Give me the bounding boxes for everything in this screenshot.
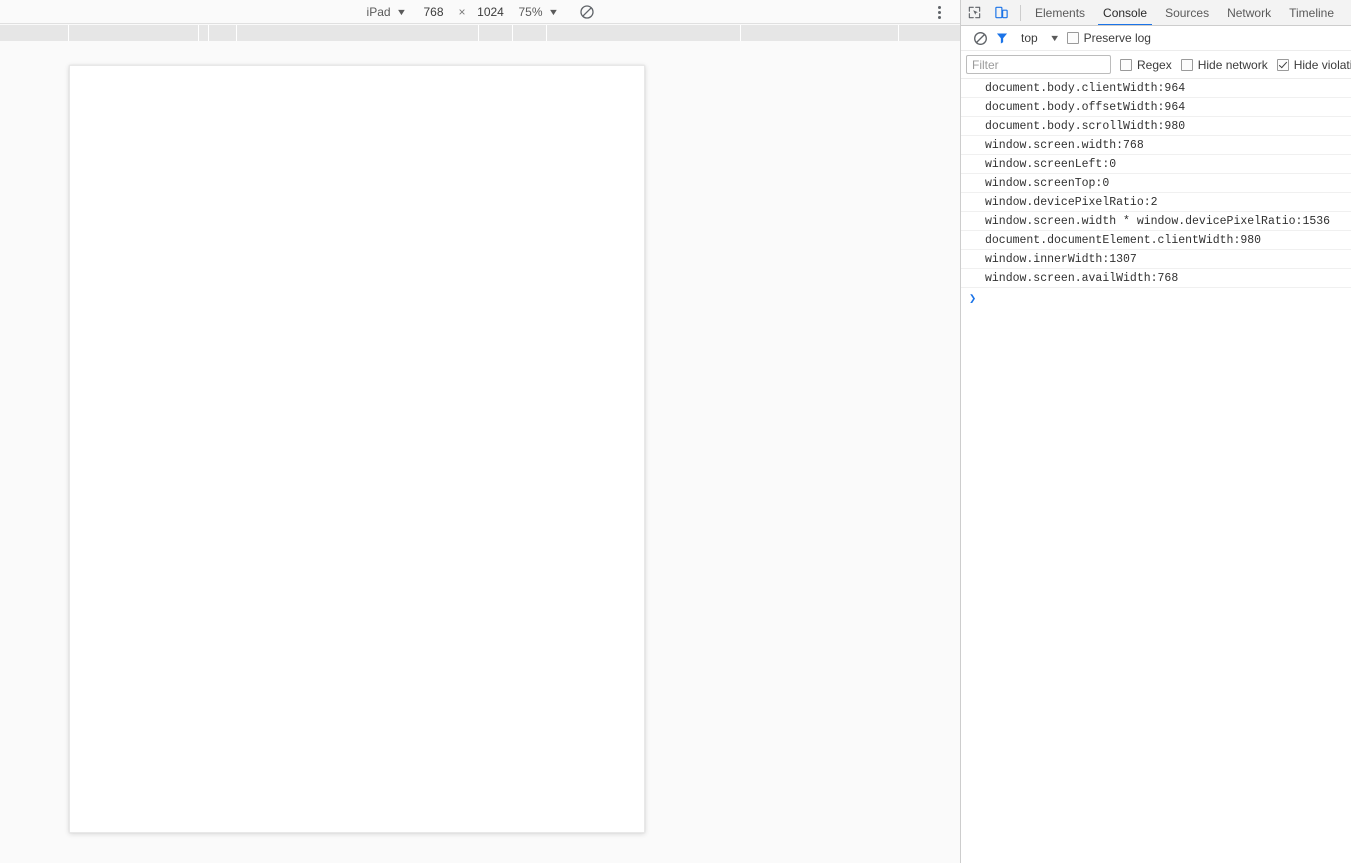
dimension-separator: × <box>458 4 466 19</box>
zoom-level-label: 75% <box>518 4 543 19</box>
console-message: window.screen.availWidth:768 <box>961 269 1351 288</box>
tab-timeline[interactable]: Timeline <box>1280 0 1343 25</box>
inspect-element-icon[interactable] <box>961 0 988 25</box>
preserve-log-label: Preserve log <box>1083 31 1151 45</box>
filter-input[interactable] <box>966 55 1111 74</box>
chevron-down-icon: ▼ <box>547 6 559 17</box>
devtools-tab-strip: Elements Console Sources Network Timelin… <box>961 0 1351 26</box>
ruler-tick <box>898 25 899 41</box>
preserve-log-checkbox[interactable]: Preserve log <box>1066 31 1151 45</box>
console-message: window.screen.width:768 <box>961 136 1351 155</box>
devtools-panel: Elements Console Sources Network Timelin… <box>960 0 1351 863</box>
toggle-device-toolbar-icon[interactable] <box>988 0 1015 25</box>
emulated-page-viewport[interactable] <box>69 65 645 833</box>
checkbox-box[interactable] <box>1066 32 1079 44</box>
checkbox-box[interactable] <box>1276 58 1289 71</box>
chevron-down-icon[interactable]: ▼ <box>1039 33 1068 43</box>
console-message: window.innerWidth:1307 <box>961 250 1351 269</box>
tab-console[interactable]: Console <box>1094 0 1156 25</box>
more-options-icon[interactable] <box>927 0 951 24</box>
console-message: window.screenTop:0 <box>961 174 1351 193</box>
ruler-tick <box>208 25 209 41</box>
clear-console-icon[interactable] <box>969 27 991 49</box>
checkbox-box[interactable] <box>1180 58 1193 71</box>
tab-sources[interactable]: Sources <box>1156 0 1218 25</box>
devtools-emulation-screen: iPad ▼ 768 × 1024 75% ▼ Elements Console… <box>0 0 1351 863</box>
regex-label: Regex <box>1137 57 1172 72</box>
device-height-input[interactable]: 1024 <box>470 5 512 19</box>
console-toolbar: top ▼ Preserve log <box>961 26 1351 51</box>
viewport-ruler <box>0 25 960 41</box>
console-message: document.body.offsetWidth:964 <box>961 98 1351 117</box>
zoom-select[interactable]: 75% ▼ <box>512 0 565 24</box>
console-message: document.documentElement.clientWidth:980 <box>961 231 1351 250</box>
console-filter-row: Regex Hide network Hide violations <box>961 51 1351 79</box>
device-select-label: iPad <box>366 4 391 19</box>
console-message: window.screen.width * window.devicePixel… <box>961 212 1351 231</box>
execution-context-label[interactable]: top <box>1013 31 1042 45</box>
rotate-device-icon[interactable] <box>574 0 600 24</box>
device-width-input[interactable]: 768 <box>412 5 454 19</box>
emulated-page-pane: iPad ▼ 768 × 1024 75% ▼ <box>0 0 960 863</box>
console-input-prompt[interactable]: ❯ <box>961 288 1351 310</box>
ruler-tick <box>236 25 237 41</box>
toolbar-divider <box>1020 4 1021 21</box>
device-emulation-toolbar: iPad ▼ 768 × 1024 75% ▼ <box>0 0 960 24</box>
ruler-tick <box>546 25 547 41</box>
console-message-list[interactable]: document.body.clientWidth:964 document.bo… <box>961 79 1351 288</box>
device-select[interactable]: iPad ▼ <box>360 0 413 24</box>
console-message: window.devicePixelRatio:2 <box>961 193 1351 212</box>
ruler-tick <box>512 25 513 41</box>
console-message: document.body.clientWidth:964 <box>961 79 1351 98</box>
console-message: window.screenLeft:0 <box>961 155 1351 174</box>
regex-checkbox[interactable]: Regex <box>1120 58 1172 72</box>
tab-network[interactable]: Network <box>1218 0 1280 25</box>
hide-violations-checkbox[interactable]: Hide violations <box>1276 57 1351 72</box>
chevron-down-icon: ▼ <box>395 6 407 17</box>
checkbox-box[interactable] <box>1120 58 1132 71</box>
ruler-tick <box>478 25 479 41</box>
ruler-tick <box>198 25 199 41</box>
tab-elements[interactable]: Elements <box>1026 0 1094 25</box>
ruler-tick <box>68 25 69 41</box>
filter-funnel-icon[interactable] <box>991 27 1013 49</box>
hide-network-label: Hide network <box>1197 57 1268 72</box>
hide-network-checkbox[interactable]: Hide network <box>1180 57 1268 72</box>
ruler-tick <box>740 25 741 41</box>
hide-violations-label: Hide violations <box>1293 57 1351 72</box>
prompt-caret-icon: ❯ <box>969 292 977 306</box>
console-message: document.body.scrollWidth:980 <box>961 117 1351 136</box>
